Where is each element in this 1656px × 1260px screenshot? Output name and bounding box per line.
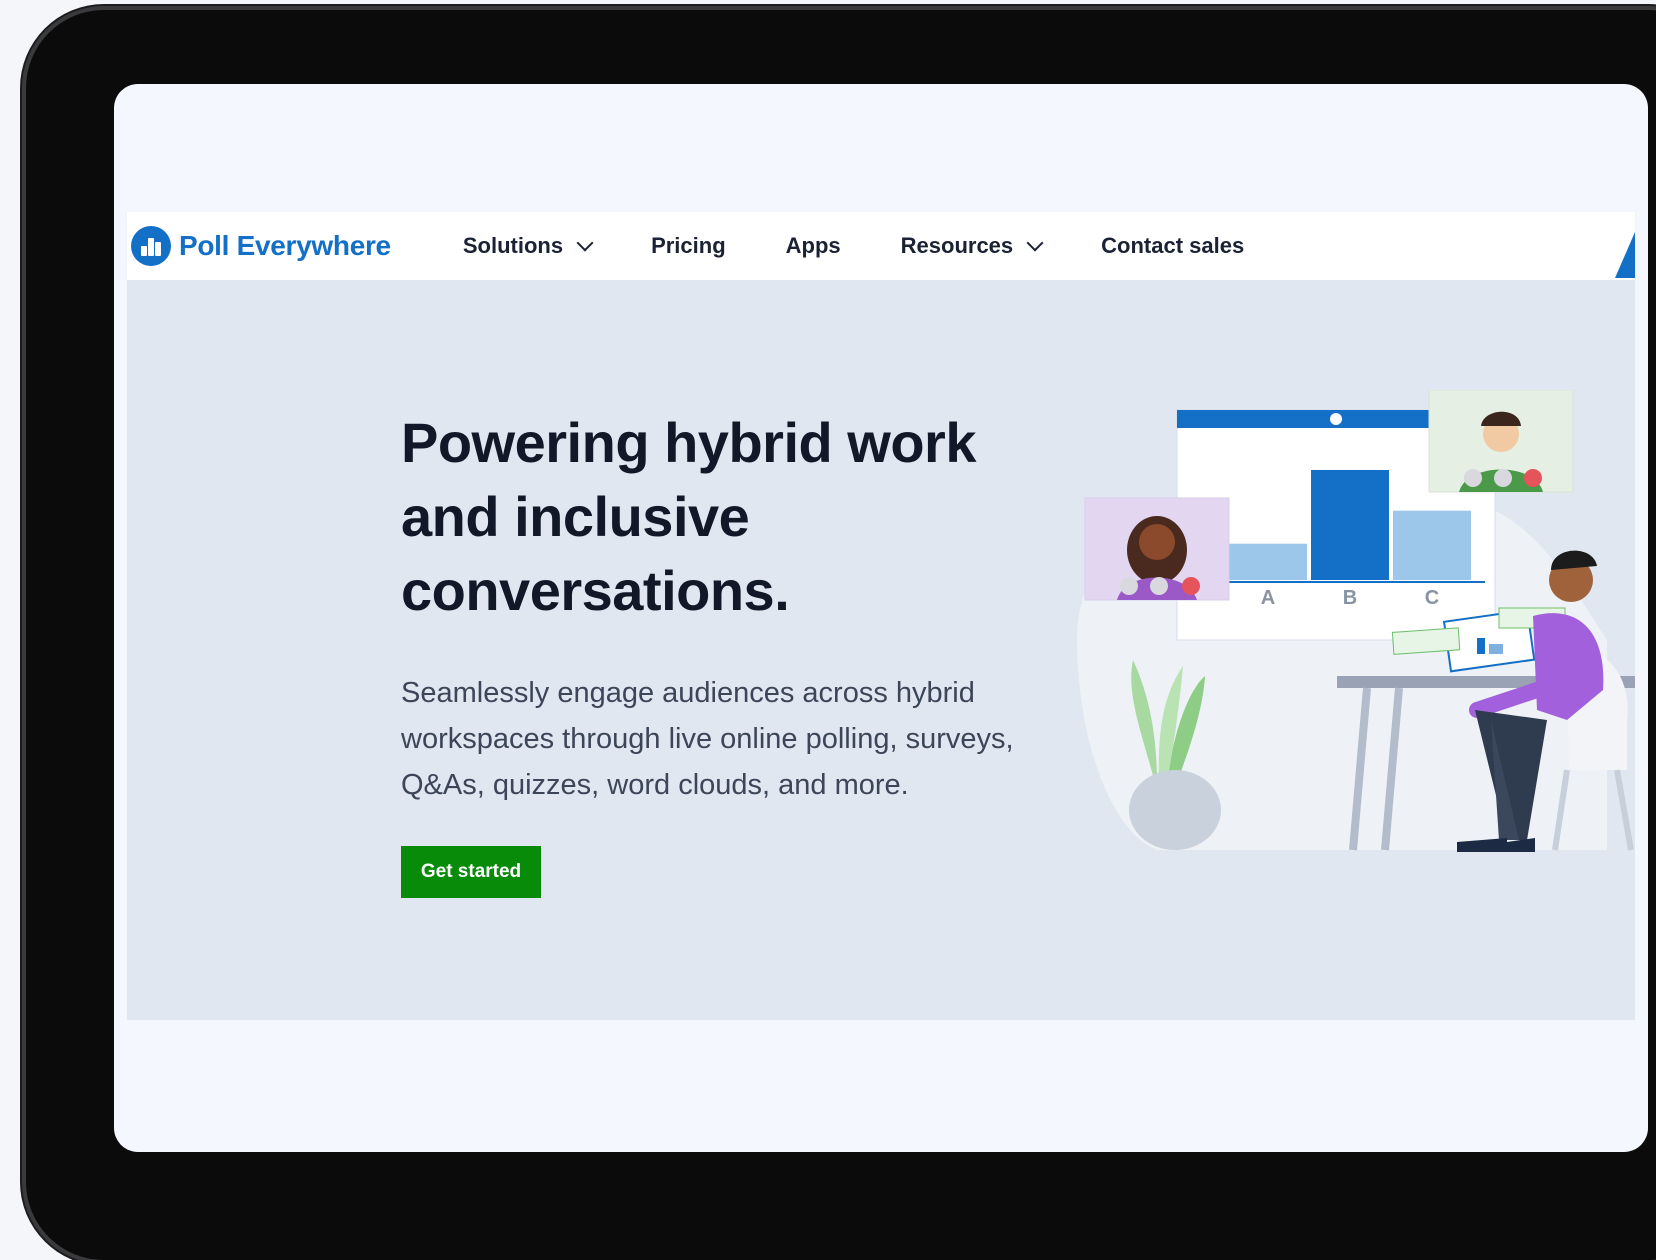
- poll-option-label: C: [1425, 587, 1439, 609]
- nav-corner-accent: [1615, 232, 1635, 278]
- browser-screen: Poll Everywhere Solutions Pricing Apps R…: [114, 84, 1648, 1152]
- nav-item-pricing[interactable]: Pricing: [651, 233, 726, 259]
- chevron-down-icon: [576, 234, 594, 252]
- nav-item-label: Contact sales: [1101, 233, 1245, 258]
- chevron-down-icon: [1026, 234, 1044, 252]
- nav-item-apps[interactable]: Apps: [786, 233, 841, 259]
- brand-name: Poll Everywhere: [179, 230, 391, 261]
- nav-item-contact-sales[interactable]: Contact sales: [1101, 233, 1244, 259]
- nav-item-label: Resources: [900, 233, 1014, 258]
- hero-section: Powering hybrid work and inclusive conve…: [127, 280, 1635, 1020]
- tablet-frame: Poll Everywhere Solutions Pricing Apps R…: [26, 10, 1656, 1260]
- poll-option-label: B: [1343, 587, 1357, 609]
- nav-item-label: Pricing: [651, 233, 726, 258]
- poll-bar-c: [1393, 510, 1471, 580]
- hero-title: Powering hybrid work and inclusive conve…: [401, 411, 976, 622]
- poll-bar-a: [1229, 543, 1307, 580]
- video-call-woman-icon: [1084, 497, 1230, 601]
- hybrid-meeting-illustration: A B C: [1077, 390, 1635, 852]
- top-navigation: Poll Everywhere Solutions Pricing Apps R…: [127, 212, 1635, 280]
- tablet-top-button: [236, 6, 302, 10]
- brand-logo[interactable]: Poll Everywhere: [131, 226, 391, 266]
- hero-subtitle: Seamlessly engage audiences across hybri…: [401, 677, 1014, 801]
- nav-menu: Solutions Pricing Apps Resources Contact…: [463, 233, 1304, 259]
- tablet-top-button: [150, 6, 216, 10]
- tablet-side-button: [22, 96, 26, 166]
- nav-item-solutions[interactable]: Solutions: [462, 233, 594, 259]
- poll-everywhere-logo-icon: [131, 226, 171, 266]
- video-call-man-icon: [1428, 390, 1574, 493]
- poll-bar-b: [1311, 470, 1389, 580]
- nav-item-resources[interactable]: Resources: [900, 233, 1044, 259]
- nav-item-label: Apps: [785, 233, 841, 258]
- poll-option-label: A: [1261, 587, 1275, 609]
- nav-item-label: Solutions: [462, 233, 564, 258]
- get-started-button[interactable]: Get started: [401, 846, 541, 898]
